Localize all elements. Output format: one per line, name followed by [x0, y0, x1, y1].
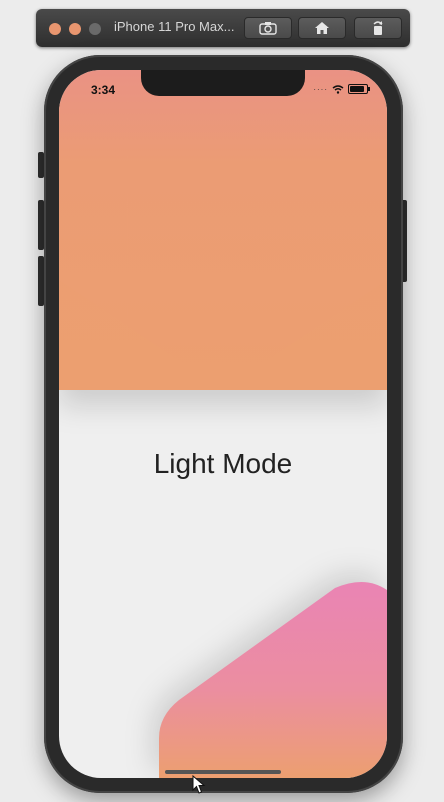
- wifi-icon: [332, 84, 344, 94]
- rotate-button[interactable]: [354, 17, 402, 39]
- notch: [141, 70, 305, 96]
- close-window-button[interactable]: [49, 23, 61, 35]
- phone-screen: 3:34 ···· Light Mode: [59, 70, 387, 778]
- cellular-dots-icon: ····: [313, 84, 328, 94]
- zoom-window-button[interactable]: [89, 23, 101, 35]
- status-time: 3:34: [91, 83, 116, 97]
- rotate-icon: [373, 21, 383, 35]
- screen-title: Light Mode: [153, 448, 293, 479]
- screenshot-button[interactable]: [244, 17, 292, 39]
- bottom-shape: [159, 581, 387, 778]
- home-icon: [315, 22, 329, 34]
- status-icons: ····: [313, 84, 370, 94]
- mouse-cursor-icon: [192, 775, 206, 794]
- home-button[interactable]: [298, 17, 346, 39]
- battery-icon: [348, 84, 370, 94]
- camera-icon: [259, 22, 277, 35]
- minimize-window-button[interactable]: [69, 23, 81, 35]
- simulator-toolbar: iPhone 11 Pro Max...: [36, 9, 410, 47]
- home-indicator[interactable]: [165, 770, 281, 774]
